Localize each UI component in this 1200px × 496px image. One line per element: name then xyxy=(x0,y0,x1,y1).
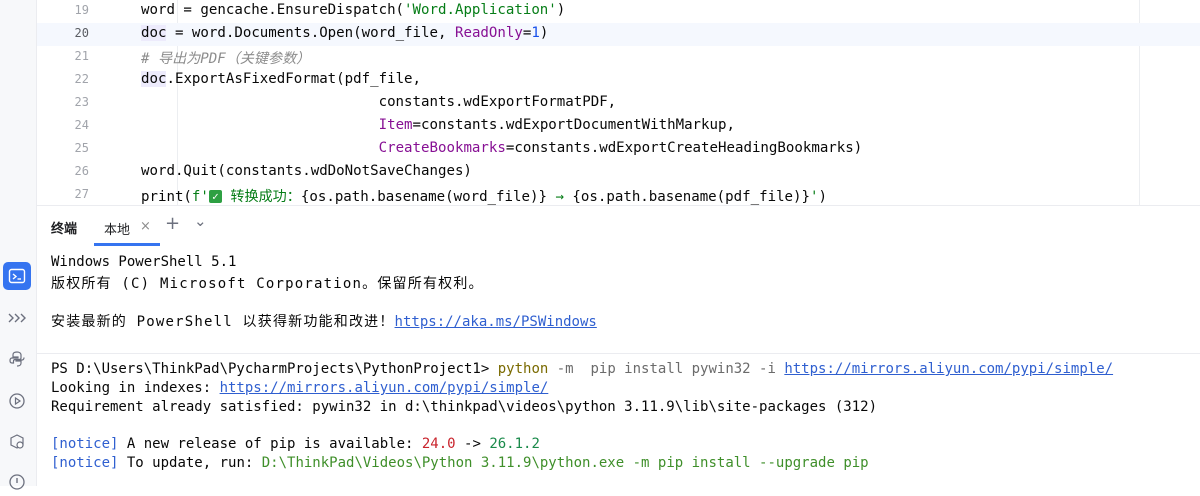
code-token: f' xyxy=(191,189,209,205)
run-icon[interactable] xyxy=(3,387,31,415)
code-text: word = gencache.EnsureDispatch('Word.App… xyxy=(141,2,565,18)
notice-tag: [notice] xyxy=(51,436,119,452)
notice-tag: [notice] xyxy=(51,455,119,471)
line-number: 25 xyxy=(74,141,89,155)
code-line[interactable]: 20 doc = word.Documents.Open(word_file, R… xyxy=(37,23,1200,46)
code-text: word.Quit(constants.wdDoNotSaveChanges) xyxy=(141,163,472,179)
terminal-line: [notice] A new release of pip is availab… xyxy=(51,436,540,452)
code-token: ' xyxy=(810,189,819,205)
upgrade-command[interactable]: D:\ThinkPad\Videos\Python 3.11.9\python.… xyxy=(262,455,869,471)
code-token: word = gencache.EnsureDispatch( xyxy=(141,2,405,18)
terminal-line: Requirement already satisfied: pywin32 i… xyxy=(51,399,878,415)
line-number: 21 xyxy=(74,49,89,63)
terminal-icon[interactable] xyxy=(3,262,31,290)
code-line[interactable]: 26 word.Quit(constants.wdDoNotSaveChanges… xyxy=(37,161,1200,184)
terminal-line: PS D:\Users\ThinkPad\PycharmProjects\Pyt… xyxy=(51,361,1113,377)
terminal-line: [notice] To update, run: D:\ThinkPad\Vid… xyxy=(51,455,869,471)
arrow: -> xyxy=(455,436,490,452)
code-token: =constants.wdExportDocumentWithMarkup, xyxy=(412,117,735,133)
code-token: CreateBookmarks xyxy=(378,140,506,156)
code-token: ) xyxy=(818,189,828,205)
old-version: 24.0 xyxy=(421,436,456,452)
line-number: 27 xyxy=(74,187,89,201)
code-token: doc xyxy=(141,25,167,41)
tool-window-strip xyxy=(0,0,37,490)
close-icon[interactable]: × xyxy=(140,219,151,234)
line-number: 26 xyxy=(74,164,89,178)
code-line[interactable]: 27 print(f' ✓ 转换成功：{os.path.basename(word_… xyxy=(37,184,1200,205)
terminal-text: Looking in indexes: xyxy=(51,380,220,396)
code-text: doc = word.Documents.Open(word_file, Rea… xyxy=(141,25,548,41)
code-token: 'Word.Application' xyxy=(404,2,557,18)
code-token: = word.Documents.Open(word_file, xyxy=(166,25,455,41)
check-icon: ✓ xyxy=(208,189,222,203)
line-number: 20 xyxy=(74,26,89,40)
terminal-text: To update, run: xyxy=(118,455,262,471)
code-text: constants.wdExportFormatPDF, xyxy=(141,94,617,110)
code-token: Item xyxy=(378,117,413,133)
code-token: print( xyxy=(141,189,192,205)
code-text: Item=constants.wdExportDocumentWithMarku… xyxy=(141,117,735,133)
info-icon[interactable] xyxy=(3,468,31,496)
code-token: word.Quit(constants.wdDoNotSaveChanges) xyxy=(141,163,472,179)
code-token: doc xyxy=(141,71,167,87)
index-url-link[interactable]: https://mirrors.aliyun.com/pypi/simple/ xyxy=(784,361,1113,377)
terminal-text: A new release of pip is available: xyxy=(118,436,422,452)
code-token: constants.wdExportFormatPDF, xyxy=(141,94,617,110)
line-number: 24 xyxy=(74,118,89,132)
code-line[interactable]: 23 constants.wdExportFormatPDF, xyxy=(37,92,1200,115)
code-token: 1 xyxy=(531,25,540,41)
python-icon[interactable] xyxy=(3,345,31,373)
code-line[interactable]: 21 # 导出为PDF（关键参数） xyxy=(37,46,1200,69)
powershell-link[interactable]: https://aka.ms/PSWindows xyxy=(395,314,597,330)
terminal-line: Windows PowerShell 5.1 xyxy=(51,254,237,270)
terminal-line: 版权所有 (C) Microsoft Corporation。保留所有权利。 xyxy=(51,276,484,292)
code-text: # 导出为PDF（关键参数） xyxy=(141,48,310,68)
divider xyxy=(37,353,1200,354)
line-number: 23 xyxy=(74,95,89,109)
tab-local[interactable]: 本地 × xyxy=(94,214,160,246)
code-token: → xyxy=(546,189,573,205)
code-token: {os.path.basename(pdf_file)} xyxy=(572,189,811,205)
terminal-line: Looking in indexes: https://mirrors.aliy… xyxy=(51,380,548,396)
line-number: 22 xyxy=(74,72,89,86)
terminal-text: 安装最新的 PowerShell 以获得新功能和改进！ xyxy=(51,314,395,330)
code-token: # 导出为PDF（关键参数） xyxy=(141,51,311,67)
code-token: ) xyxy=(556,2,566,18)
terminal-output[interactable]: Windows PowerShell 5.1 版权所有 (C) Microsof… xyxy=(37,246,1200,486)
code-token: {os.path.basename(word_file)} xyxy=(300,189,547,205)
code-text: print(f' ✓ 转换成功：{os.path.basename(word_fi… xyxy=(141,186,827,205)
code-token: .ExportAsFixedFormat(pdf_file, xyxy=(166,71,422,87)
terminal-panel-header: 终端 本地 × + ⌄ xyxy=(37,205,1200,246)
code-line[interactable]: 24 Item=constants.wdExportDocumentWithMa… xyxy=(37,115,1200,138)
code-token: ReadOnly xyxy=(454,25,523,41)
code-text: doc.ExportAsFixedFormat(pdf_file, xyxy=(141,71,421,87)
command-python: python xyxy=(497,361,549,377)
code-line[interactable]: 22 doc.ExportAsFixedFormat(pdf_file, xyxy=(37,69,1200,92)
panel-title: 终端 xyxy=(51,222,78,237)
command-args: pip install pywin32 -i xyxy=(573,361,785,377)
code-token: 转换成功： xyxy=(221,189,301,205)
code-text: CreateBookmarks=constants.wdExportCreate… xyxy=(141,140,863,156)
chevrons-icon[interactable] xyxy=(3,304,31,332)
add-tab-button[interactable]: + xyxy=(165,213,180,234)
code-line[interactable]: 25 CreateBookmarks=constants.wdExportCre… xyxy=(37,138,1200,161)
new-version: 26.1.2 xyxy=(489,436,540,452)
chevron-down-icon[interactable]: ⌄ xyxy=(194,212,207,230)
terminal-line: 安装最新的 PowerShell 以获得新功能和改进！https://aka.m… xyxy=(51,311,597,331)
command-flag: -m xyxy=(548,361,574,377)
code-editor[interactable]: 19 word = gencache.EnsureDispatch('Word.A… xyxy=(37,0,1200,205)
tab-label: 本地 xyxy=(104,223,131,238)
services-icon[interactable] xyxy=(3,428,31,456)
prompt: PS D:\Users\ThinkPad\PycharmProjects\Pyt… xyxy=(51,361,498,377)
line-number: 19 xyxy=(74,3,89,17)
code-line[interactable]: 19 word = gencache.EnsureDispatch('Word.A… xyxy=(37,0,1200,23)
index-link[interactable]: https://mirrors.aliyun.com/pypi/simple/ xyxy=(220,380,549,396)
code-token: =constants.wdExportCreateHeadingBookmark… xyxy=(505,140,863,156)
code-token: ) xyxy=(539,25,549,41)
